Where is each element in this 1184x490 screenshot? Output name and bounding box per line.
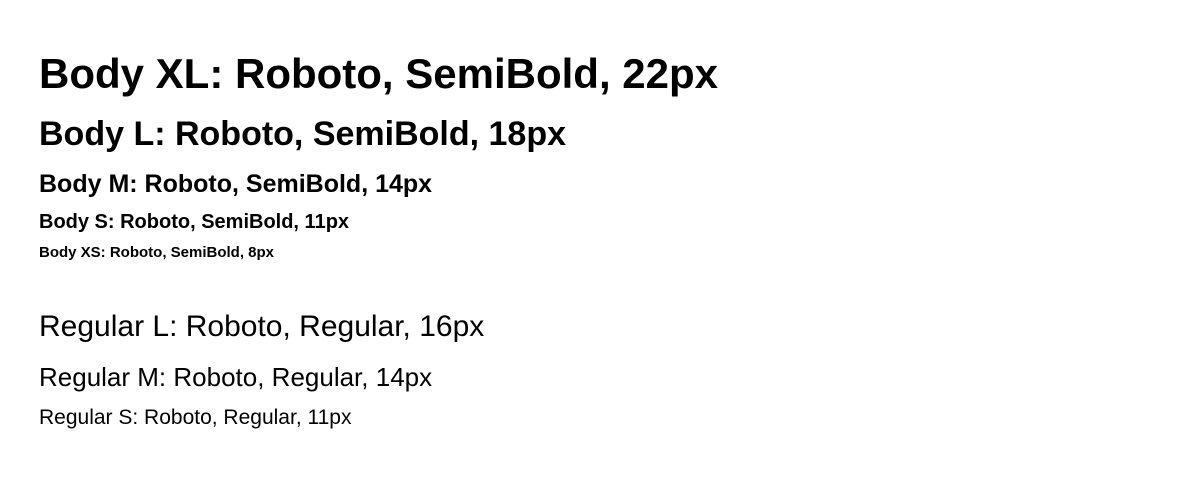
body-xs-sample: Body XS: Roboto, SemiBold, 8px	[39, 244, 275, 261]
regular-l-sample: Regular L: Roboto, Regular, 16px	[39, 310, 485, 343]
body-s-sample: Body S: Roboto, SemiBold, 11px	[39, 211, 350, 233]
body-xl-sample: Body XL: Roboto, SemiBold, 22px	[39, 50, 719, 97]
body-l-sample: Body L: Roboto, SemiBold, 18px	[39, 115, 567, 153]
regular-s-sample: Regular S: Roboto, Regular, 11px	[39, 406, 352, 429]
body-m-sample: Body M: Roboto, SemiBold, 14px	[39, 170, 433, 198]
regular-m-sample: Regular M: Roboto, Regular, 14px	[39, 362, 433, 392]
